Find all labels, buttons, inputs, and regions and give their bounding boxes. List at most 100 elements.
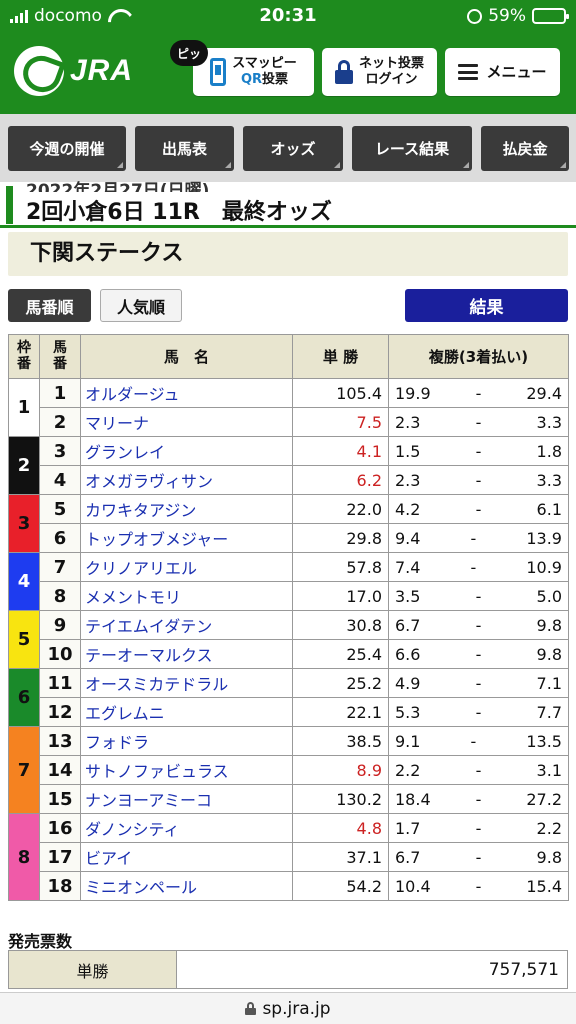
place-min: 2.3 (395, 412, 421, 432)
horse-name-link[interactable]: カワキタアジン (80, 494, 293, 524)
place-separator: - (470, 557, 477, 577)
horse-name-link[interactable]: エグレムニ (80, 697, 293, 727)
horse-name-link[interactable]: トップオブメジャー (80, 523, 293, 553)
odds-row: 14 サトノファビュラス 8.9 2.2 - 3.1 (9, 755, 569, 785)
net-vote-login-button[interactable]: ネット投票 ログイン (322, 48, 437, 96)
horse-name-link[interactable]: オースミカテドラル (80, 668, 293, 698)
sort-by-popularity-button[interactable]: 人気順 (100, 289, 182, 322)
waku-cell: 7 (8, 726, 40, 814)
place-odds: 4.2 - 6.1 (388, 494, 569, 524)
place-separator: - (475, 673, 482, 693)
place-odds-range: 19.9 - 29.4 (395, 384, 562, 403)
place-separator: - (475, 702, 482, 722)
win-odds: 29.8 (292, 523, 389, 553)
horse-number: 5 (39, 494, 81, 524)
place-min: 10.4 (395, 876, 431, 896)
sort-by-number-button[interactable]: 馬番順 (8, 289, 91, 322)
nav-this-week[interactable]: 今週の開催 (8, 126, 126, 171)
place-odds-range: 7.4 - 10.9 (395, 558, 562, 577)
odds-row: 4 オメガラヴィサン 6.2 2.3 - 3.3 (9, 465, 569, 495)
horse-name-link[interactable]: オルダージュ (80, 378, 293, 408)
nav-odds[interactable]: オッズ (243, 126, 343, 171)
waku-cell: 2 (8, 436, 40, 495)
place-odds-range: 18.4 - 27.2 (395, 790, 562, 809)
secure-lock-icon (245, 1002, 257, 1015)
menu-button[interactable]: メニュー (445, 48, 560, 96)
horse-name-link[interactable]: ビアイ (80, 842, 293, 872)
place-max: 27.2 (526, 789, 562, 809)
horse-number: 12 (39, 697, 81, 727)
horse-name-link[interactable]: マリーナ (80, 407, 293, 437)
place-min: 7.4 (395, 557, 421, 577)
place-min: 6.7 (395, 615, 421, 635)
place-odds: 6.6 - 9.8 (388, 639, 569, 669)
nav-entries[interactable]: 出馬表 (135, 126, 234, 171)
place-separator: - (470, 528, 477, 548)
place-odds: 1.5 - 1.8 (388, 436, 569, 466)
odds-row: 17 ビアイ 37.1 6.7 - 9.8 (9, 842, 569, 872)
place-separator: - (475, 499, 482, 519)
odds-row: 18 ミニオンペール 54.2 10.4 - 15.4 (9, 871, 569, 901)
pip-badge: ピッ (170, 40, 208, 66)
win-odds: 7.5 (292, 407, 389, 437)
place-max: 10.9 (526, 557, 562, 577)
horse-number: 10 (39, 639, 81, 669)
horse-name-link[interactable]: ミニオンペール (80, 871, 293, 901)
horse-name-link[interactable]: テーオーマルクス (80, 639, 293, 669)
horse-name-link[interactable]: フォドラ (80, 726, 293, 756)
url-text: sp.jra.jp (262, 998, 331, 1019)
odds-header-row: 枠番 馬番 馬 名 単 勝 複勝(3着払い) (8, 334, 569, 379)
horse-number: 3 (39, 436, 81, 466)
horse-name-link[interactable]: クリノアリエル (80, 552, 293, 582)
odds-row: 2 マリーナ 7.5 2.3 - 3.3 (9, 407, 569, 437)
horse-name-link[interactable]: メメントモリ (80, 581, 293, 611)
nav-race-results[interactable]: レース結果 (352, 126, 472, 171)
place-separator: - (475, 876, 482, 896)
rotation-lock-icon (467, 8, 483, 24)
horse-name-link[interactable]: テイエムイダテン (80, 610, 293, 640)
odds-body: 1 1 オルダージュ 105.4 19.9-29.4 2 マリーナ 7.5 2.3-3.3 2 3 グ… (8, 378, 569, 901)
odds-row: 8 16 ダノンシティ 4.8 1.7 - 2.2 (8, 813, 569, 901)
jra-logo[interactable]: JRA (14, 46, 133, 96)
place-max: 15.4 (526, 876, 562, 896)
place-min: 1.7 (395, 818, 421, 838)
horse-number: 1 (39, 378, 81, 408)
win-odds: 17.0 (292, 581, 389, 611)
horse-number: 13 (39, 726, 81, 756)
place-separator: - (475, 789, 482, 809)
horse-name-link[interactable]: ナンヨーアミーコ (80, 784, 293, 814)
horse-name-link[interactable]: サトノファビュラス (80, 755, 293, 785)
place-separator: - (475, 586, 482, 606)
sales-label: 単勝 (8, 950, 177, 989)
odds-row: 10 テーオーマルクス 25.4 6.6 - 9.8 (9, 639, 569, 669)
place-separator: - (475, 644, 482, 664)
place-odds-range: 4.9 - 7.1 (395, 674, 562, 693)
place-odds: 9.1 - 13.5 (388, 726, 569, 756)
menu-label: メニュー (486, 63, 547, 81)
horse-name-link[interactable]: グランレイ (80, 436, 293, 466)
url-bar[interactable]: sp.jra.jp (0, 992, 576, 1024)
odds-row: 2 3 グランレイ 4.1 1.5 - 1.8 (8, 436, 569, 495)
sales-value: 757,571 (176, 950, 568, 989)
horse-name-link[interactable]: オメガラヴィサン (80, 465, 293, 495)
place-min: 2.2 (395, 760, 421, 780)
place-odds: 1.7 - 2.2 (388, 813, 569, 843)
horse-number: 14 (39, 755, 81, 785)
status-right: 59% (467, 6, 569, 26)
waku-cell: 5 (8, 610, 40, 669)
win-odds: 130.2 (292, 784, 389, 814)
waku-cell: 1 (8, 378, 40, 437)
win-odds: 105.4 (292, 378, 389, 408)
nav-payouts[interactable]: 払戻金 (481, 126, 569, 171)
place-max: 1.8 (536, 441, 562, 461)
race-date: 2022年2月27日(日曜) (26, 181, 210, 192)
horse-name-link[interactable]: ダノンシティ (80, 813, 293, 843)
smappy-qr-button[interactable]: スマッピー QR投票 (193, 48, 314, 96)
place-max: 3.3 (536, 412, 562, 432)
place-odds-range: 6.7 - 9.8 (395, 848, 562, 867)
result-button[interactable]: 結果 (405, 289, 568, 322)
win-odds: 25.2 (292, 668, 389, 698)
jra-logo-icon (14, 46, 64, 96)
odds-row: 15 ナンヨーアミーコ 130.2 18.4 - 27.2 (9, 784, 569, 814)
horse-number: 2 (39, 407, 81, 437)
